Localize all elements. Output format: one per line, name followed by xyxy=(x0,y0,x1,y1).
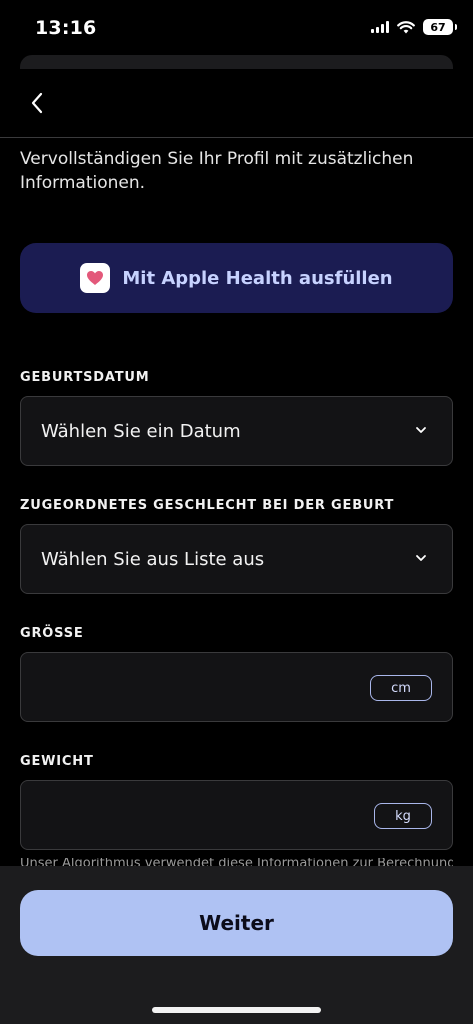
sheet-peek xyxy=(20,55,453,69)
height-unit-badge: cm xyxy=(370,675,432,701)
footer-note-text: Unser Algorithmus verwendet diese Inform… xyxy=(20,858,453,866)
chevron-down-icon xyxy=(414,551,428,565)
apple-health-label: Mit Apple Health ausfüllen xyxy=(122,267,393,289)
height-label: GRÖSSE xyxy=(20,626,84,641)
birthdate-placeholder: Wählen Sie ein Datum xyxy=(41,421,241,442)
birthdate-select[interactable]: Wählen Sie ein Datum xyxy=(20,396,453,466)
status-icons: 67 xyxy=(371,19,457,35)
status-time: 13:16 xyxy=(35,17,97,39)
sex-at-birth-label: ZUGEORDNETES GESCHLECHT BEI DER GEBURT xyxy=(20,498,395,513)
battery-icon: 67 xyxy=(423,19,457,35)
intro-text: Vervollständigen Sie Ihr Profil mit zusä… xyxy=(20,149,414,193)
continue-button[interactable]: Weiter xyxy=(20,890,453,956)
weight-input[interactable]: kg xyxy=(20,780,453,850)
sex-at-birth-select[interactable]: Wählen Sie aus Liste aus xyxy=(20,524,453,594)
apple-health-button[interactable]: Mit Apple Health ausfüllen xyxy=(20,243,453,313)
battery-level: 67 xyxy=(430,20,446,34)
height-input[interactable]: cm xyxy=(20,652,453,722)
back-button[interactable] xyxy=(22,88,52,118)
birthdate-label: GEBURTSDATUM xyxy=(20,370,150,385)
bottom-bar: Weiter xyxy=(0,866,473,1024)
nav-bar xyxy=(0,70,473,138)
sex-at-birth-placeholder: Wählen Sie aus Liste aus xyxy=(41,549,265,570)
home-indicator xyxy=(152,1007,321,1013)
footer-note: Unser Algorithmus verwendet diese Inform… xyxy=(20,858,453,866)
wifi-icon xyxy=(397,20,415,33)
status-bar: 13:16 67 xyxy=(0,0,473,56)
cellular-signal-icon xyxy=(371,21,389,33)
weight-label: GEWICHT xyxy=(20,754,94,769)
chevron-left-icon xyxy=(31,92,43,114)
apple-health-heart-icon xyxy=(80,263,111,293)
weight-unit-badge: kg xyxy=(374,803,432,829)
chevron-down-icon xyxy=(414,423,428,437)
